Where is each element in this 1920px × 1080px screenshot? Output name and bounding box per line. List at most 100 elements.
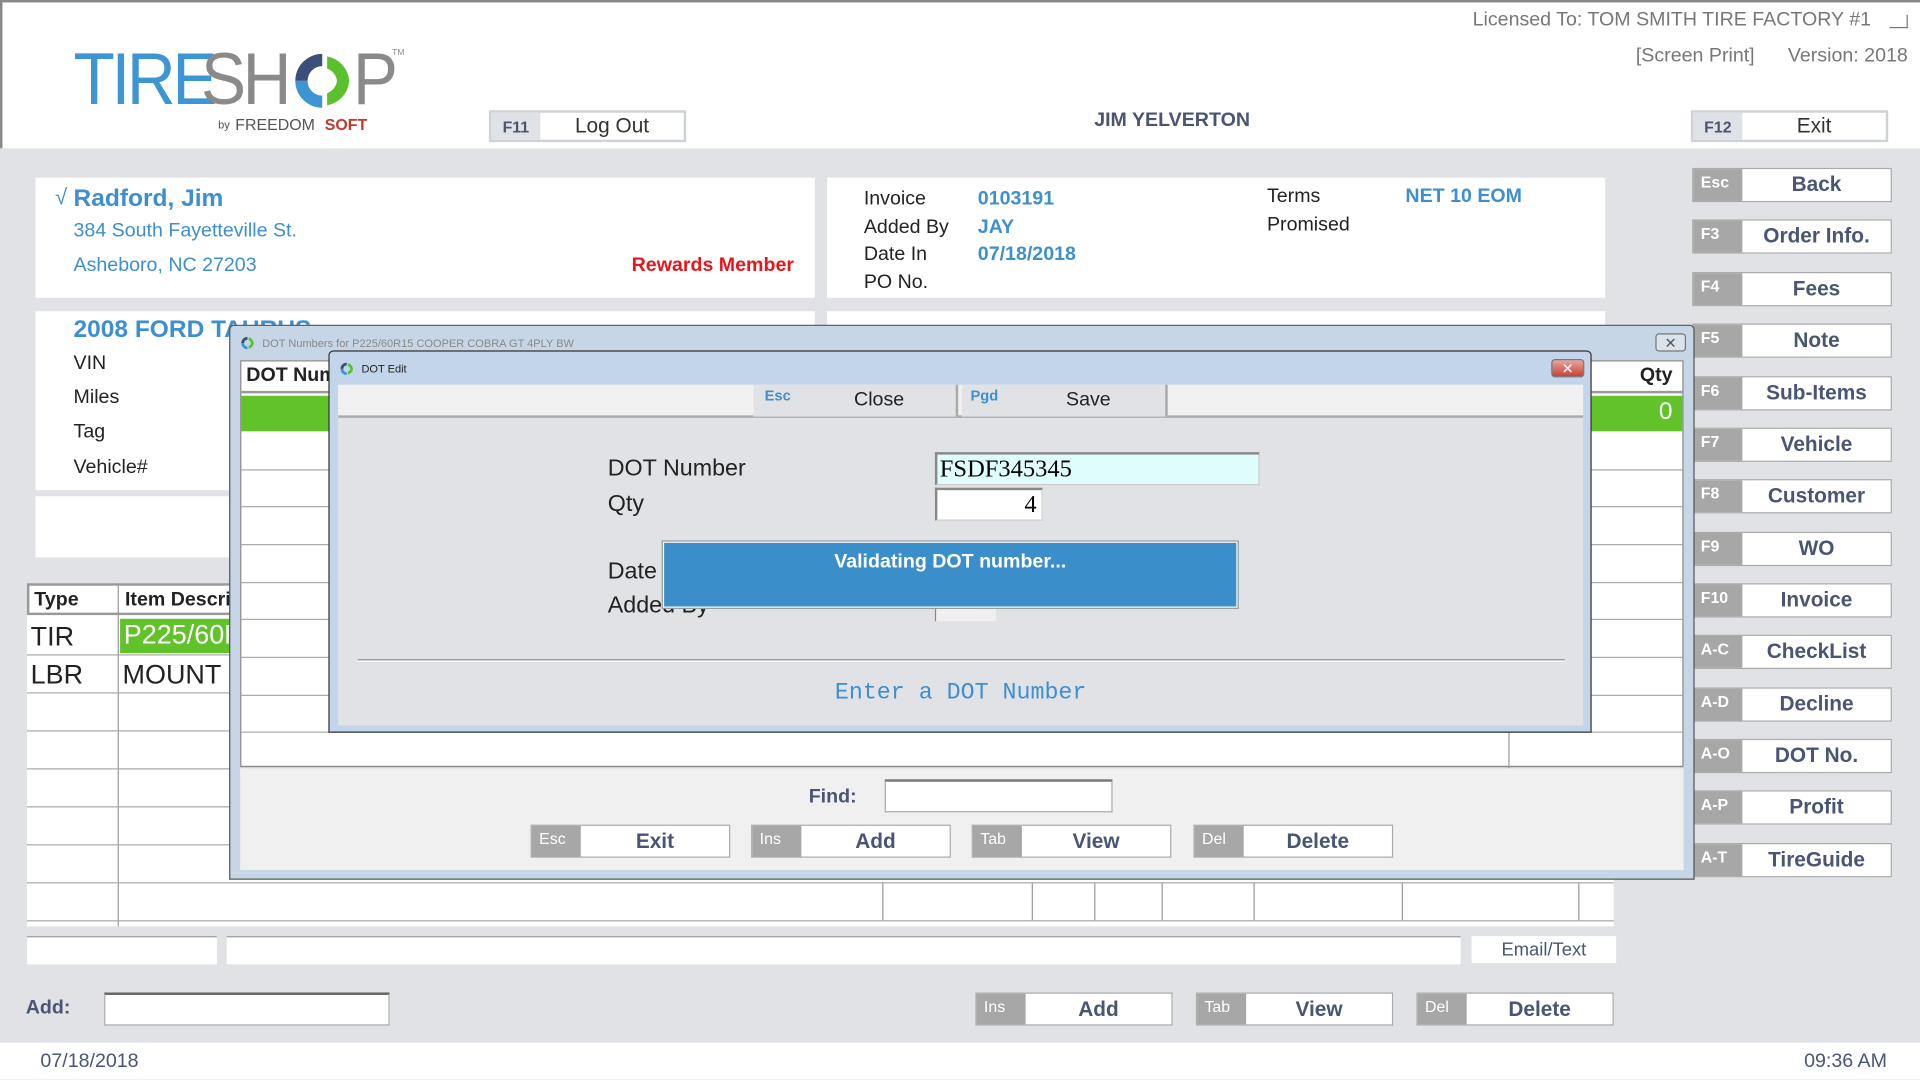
- tireshop-logo: TIRE SH P TM by FREEDOM SOFT: [74, 37, 429, 135]
- key-hint: F12: [1693, 112, 1743, 140]
- button-label: Save: [1066, 389, 1111, 411]
- close-button[interactable]: Esc Close: [753, 384, 959, 417]
- customer-panel[interactable]: √ Radford, Jim 384 South Fayetteville St…: [35, 177, 815, 298]
- add-label: Add:: [25, 997, 71, 1019]
- save-button[interactable]: Pgd Save: [961, 384, 1168, 417]
- key-hint: Esc: [531, 825, 581, 857]
- key-hint: F5: [1693, 324, 1743, 357]
- col-description[interactable]: Item Descri: [125, 589, 231, 611]
- view-item-button[interactable]: Tab View: [1195, 992, 1394, 1026]
- key-hint: A-C: [1693, 635, 1743, 668]
- side-button-fees[interactable]: F4 Fees: [1692, 272, 1892, 307]
- key-hint: Pgd: [970, 387, 999, 405]
- invoice-panel[interactable]: Invoice Added By Date In PO No. 0103191 …: [827, 177, 1606, 298]
- button-label: Vehicle: [1780, 432, 1853, 456]
- key-hint: F9: [1693, 533, 1743, 565]
- invoice-label: Invoice: [863, 188, 926, 210]
- button-label: DOT No.: [1774, 743, 1859, 768]
- col-dot-number[interactable]: DOT Num: [246, 365, 336, 387]
- dot-add-button[interactable]: Ins Add: [751, 824, 951, 858]
- table-row[interactable]: [26, 883, 1614, 922]
- side-button-checklist[interactable]: A-C CheckList: [1692, 634, 1892, 670]
- col-qty[interactable]: Qty: [1640, 365, 1673, 387]
- email-text-button[interactable]: Email/Text: [1471, 936, 1617, 964]
- key-hint: Tab: [1197, 993, 1247, 1025]
- delete-item-button[interactable]: Del Delete: [1416, 992, 1614, 1026]
- po-value: [978, 269, 1076, 296]
- button-label: Add: [855, 828, 896, 853]
- col-type[interactable]: Type: [34, 589, 78, 611]
- key-hint: A-T: [1693, 844, 1743, 877]
- minimize-icon[interactable]: [1889, 14, 1908, 29]
- side-button-tireguide[interactable]: A-T TireGuide: [1692, 843, 1892, 878]
- tire-logo-icon: [295, 53, 350, 108]
- column-divider: [1161, 883, 1163, 921]
- hint-text: Enter a DOT Number: [834, 678, 1087, 706]
- key-hint: F8: [1693, 480, 1743, 513]
- invoice-labels: Invoice Added By Date In PO No.: [864, 186, 949, 296]
- row-description: MOUNT: [122, 659, 222, 690]
- column-divider: [1401, 883, 1403, 921]
- button-label: Fees: [1792, 276, 1841, 301]
- side-button-note[interactable]: F5 Note: [1692, 323, 1892, 358]
- close-icon[interactable]: ✕: [1551, 359, 1585, 378]
- key-hint: A-O: [1693, 740, 1743, 772]
- customer-name[interactable]: Radford, Jim: [74, 185, 224, 213]
- key-hint: F6: [1693, 377, 1743, 410]
- qty-input[interactable]: [934, 487, 1043, 521]
- top-bar: TIRE SH P TM by FREEDOM SOFT F11 Log Out…: [0, 0, 1920, 149]
- summary-field-left[interactable]: [26, 936, 217, 965]
- dot-view-button[interactable]: Tab View: [971, 824, 1172, 858]
- logo-tire-text: TIRE: [73, 37, 218, 121]
- button-label: Note: [1793, 328, 1840, 352]
- side-button-sub-items[interactable]: F6 Sub-Items: [1692, 376, 1892, 411]
- dot-number-input[interactable]: [934, 452, 1260, 486]
- dialog-title: DOT Edit: [361, 362, 407, 375]
- button-label: Delete: [1508, 996, 1571, 1021]
- side-button-customer[interactable]: F8 Customer: [1692, 479, 1892, 514]
- button-label: Delete: [1286, 828, 1350, 853]
- license-text: Licensed To: TOM SMITH TIRE FACTORY #1: [1472, 9, 1872, 31]
- button-label: View: [1295, 996, 1343, 1021]
- logout-button[interactable]: F11 Log Out: [488, 110, 687, 143]
- dialog-title: DOT Numbers for P225/60R15 COOPER COBRA …: [262, 336, 574, 350]
- screen-print-link[interactable]: [Screen Print]: [1636, 45, 1755, 67]
- side-button-order-info[interactable]: F3 Order Info.: [1692, 219, 1892, 254]
- tag-label: Tag: [73, 421, 106, 443]
- version-text: Version: 2018: [1787, 45, 1908, 67]
- dot-delete-button[interactable]: Del Delete: [1193, 824, 1394, 858]
- date-in-value: 07/18/2018: [977, 243, 1076, 265]
- side-button-wo[interactable]: F9 WO: [1692, 531, 1892, 567]
- side-button-decline[interactable]: A-D Decline: [1692, 687, 1892, 722]
- key-hint: Del: [1417, 993, 1467, 1025]
- side-button-invoice[interactable]: F10 Invoice: [1692, 583, 1892, 618]
- exit-button[interactable]: F12 Exit: [1690, 110, 1889, 143]
- app-icon: [340, 362, 353, 376]
- key-hint: Esc: [1693, 169, 1743, 201]
- dot-exit-button[interactable]: Esc Exit: [530, 824, 731, 858]
- close-icon[interactable]: ✕: [1655, 333, 1687, 352]
- side-button-vehicle[interactable]: F7 Vehicle: [1692, 427, 1892, 462]
- side-button-dot-no[interactable]: A-O DOT No.: [1692, 738, 1892, 774]
- verified-check-icon: √: [55, 185, 68, 210]
- date-label: Date: [607, 558, 657, 585]
- key-hint: F3: [1693, 220, 1743, 253]
- row-qty: 0: [1658, 398, 1673, 426]
- summary-field-main[interactable]: [226, 936, 1461, 965]
- button-label: Back: [1791, 172, 1842, 197]
- side-button-back[interactable]: Esc Back: [1692, 167, 1892, 203]
- add-item-button[interactable]: Ins Add: [975, 992, 1173, 1026]
- logo-by: by: [218, 118, 230, 132]
- notes-panel[interactable]: [35, 496, 232, 558]
- find-input[interactable]: [884, 779, 1113, 813]
- logo-sh-text: SH: [200, 37, 292, 121]
- po-label: PO No.: [863, 271, 929, 293]
- app-icon: [241, 336, 254, 350]
- button-label: TireGuide: [1768, 847, 1865, 872]
- row-type: LBR: [30, 659, 84, 690]
- button-label: Order Info.: [1763, 224, 1870, 248]
- add-input[interactable]: [104, 992, 390, 1026]
- side-button-profit[interactable]: A-P Profit: [1692, 790, 1892, 825]
- button-label: Add: [1078, 996, 1119, 1021]
- trademark: TM: [392, 49, 405, 58]
